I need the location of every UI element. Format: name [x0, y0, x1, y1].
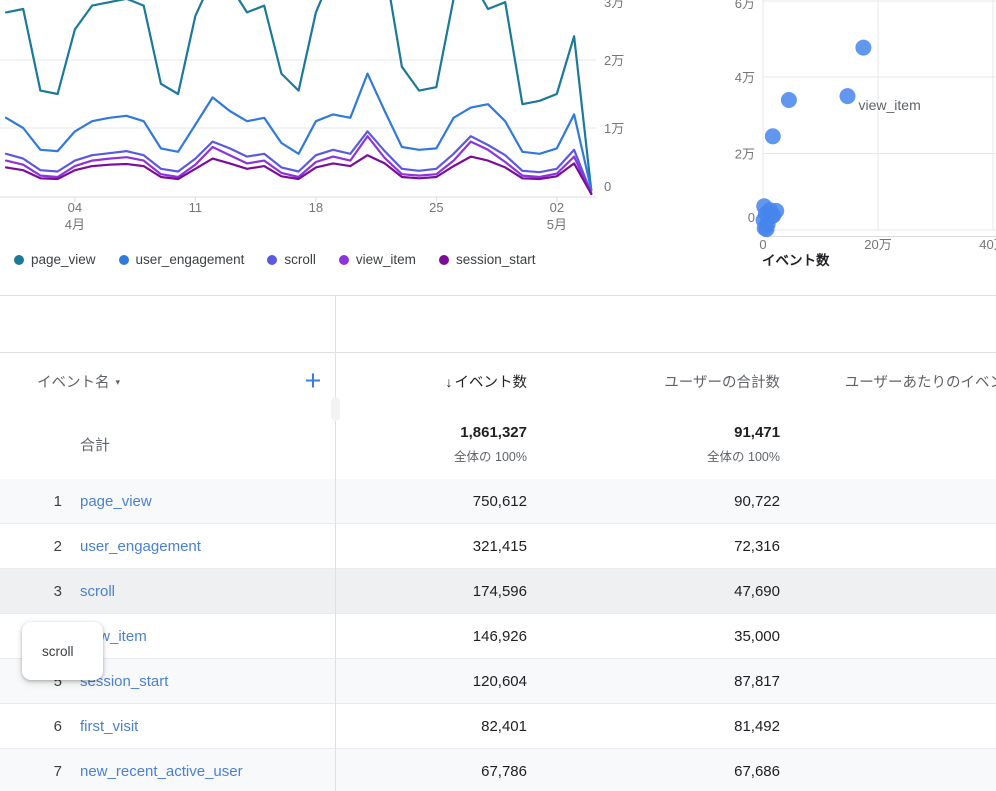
table-row: 7 new_recent_active_user 67,78667,686 [0, 749, 996, 791]
table-toolbar: 1 ページあたりの行数: 10 ▾ [0, 296, 996, 353]
legend-item-view_item[interactable]: view_item [339, 252, 416, 267]
event-count-value: 321,415 [335, 524, 527, 569]
user-count-value: 47,690 [527, 569, 780, 614]
column-header-total-users[interactable]: ユーザーの合計数 [527, 353, 780, 410]
y-axis-tick-label: 2万 [735, 147, 755, 162]
x-axis-tick-label: 04 [68, 200, 82, 215]
x-axis-month-label: 5月 [547, 217, 567, 232]
legend-dot [439, 255, 449, 265]
y-axis-tick-label: 6万 [735, 0, 755, 11]
line-series-scroll [6, 131, 591, 193]
event-count-value: 146,926 [335, 614, 527, 659]
totals-label: 合計 [80, 410, 110, 479]
scatter-point[interactable] [840, 88, 856, 104]
row-rank: 1 [0, 493, 62, 510]
scatter-point[interactable] [765, 128, 781, 144]
chevron-down-icon: ▾ [116, 375, 121, 388]
column-divider [335, 296, 336, 791]
y-axis-tick-label: 0 [604, 179, 611, 194]
legend-label: page_view [31, 252, 96, 267]
event-count-value: 82,401 [335, 704, 527, 749]
user-count-value: 72,316 [527, 524, 780, 569]
legend-dot [119, 255, 129, 265]
tooltip: scroll [22, 622, 103, 680]
table-row: 2 user_engagement 321,41572,316 [0, 524, 996, 569]
event-name-link[interactable]: user_engagement [80, 538, 201, 555]
row-rank: 6 [0, 718, 62, 735]
user-count-value: 67,686 [527, 749, 780, 791]
user-count-value: 90,722 [527, 479, 780, 524]
scatter-point[interactable] [765, 208, 781, 224]
sort-descending-icon: ↓ [446, 374, 453, 390]
user-count-value: 87,817 [527, 659, 780, 704]
legend-dot [339, 255, 349, 265]
legend-item-session_start[interactable]: session_start [439, 252, 536, 267]
column-header-event-name[interactable]: イベント名 ▾ [37, 353, 120, 410]
event-count-value: 120,604 [335, 659, 527, 704]
totals-row: 合計 1,861,327 全体の 100% 91,471 全体の 100% [0, 410, 996, 480]
column-header-event-name-label: イベント名 [37, 371, 110, 392]
legend-dot [14, 255, 24, 265]
x-axis-tick-label: 20万 [864, 237, 891, 252]
table-row: 4view_item146,92635,000 [0, 614, 996, 659]
add-column-button[interactable]: + [296, 364, 330, 398]
legend-item-scroll[interactable]: scroll [267, 252, 316, 267]
point-label: view_item [859, 97, 921, 113]
x-axis-tick-label: 25 [429, 200, 443, 215]
y-axis-tick-label: 0 [748, 210, 755, 225]
y-axis-tick-label: 2万 [604, 53, 624, 68]
event-name-link[interactable]: new_recent_active_user [80, 763, 243, 780]
y-axis-tick-label: 3万 [604, 0, 624, 10]
event-name-link[interactable]: page_view [80, 493, 152, 510]
event-count-value: 174,596 [335, 569, 527, 614]
event-count-value: 750,612 [335, 479, 527, 524]
row-rank: 3 [0, 583, 62, 600]
events-line-chart: 3万 2万 1万 0 04 4月 11 18 25 02 5月 [0, 0, 650, 240]
x-axis-tick-label: 11 [189, 200, 203, 215]
table-row: 3 scroll 174,59647,690 [0, 569, 996, 614]
x-axis-tick-label: 02 [550, 200, 564, 215]
table-row: 1 page_view 750,61290,722 [0, 479, 996, 524]
column-header-events-per-user[interactable]: ユーザーあたりのイベント数 [780, 353, 996, 410]
chart-legend: page_view user_engagement scroll view_item s… [14, 252, 535, 267]
table-header: イベント名 ▾ + ↓ イベント数 ユーザーの合計数 ユーザーあたりのイベント数 [0, 353, 996, 410]
table-row: 6 first_visit 82,40181,492 [0, 704, 996, 749]
events-scatter-chart: 6万 4万 2万 00 20万 40万 view_item イベント数 [700, 0, 996, 292]
row-rank: 2 [0, 538, 62, 555]
user-count-value: 81,492 [527, 704, 780, 749]
legend-dot [267, 255, 277, 265]
legend-item-page_view[interactable]: page_view [14, 252, 96, 267]
row-rank: 7 [0, 763, 62, 780]
scatter-point[interactable] [781, 92, 797, 108]
table-row: 5session_start120,60487,817 [0, 659, 996, 704]
legend-label: scroll [284, 252, 316, 267]
totals-event-count: 1,861,327 全体の 100% [335, 410, 527, 479]
y-axis-tick-label: 1万 [604, 121, 624, 136]
column-header-event-count-label: イベント数 [455, 371, 528, 392]
legend-label: user_engagement [136, 252, 245, 267]
tooltip-text: scroll [22, 644, 74, 659]
event-count-value: 67,786 [335, 749, 527, 791]
ga-events-report: 3万2万1万0044月111825025月 6万4万2万0020万40万view… [0, 0, 996, 791]
x-axis-tick-label: 18 [309, 200, 323, 215]
x-axis-month-label: 4月 [65, 217, 85, 232]
event-name-link[interactable]: scroll [80, 583, 115, 600]
legend-item-user_engagement[interactable]: user_engagement [119, 252, 245, 267]
totals-user-count: 91,471 全体の 100% [527, 410, 780, 479]
x-axis-tick-label: 0 [759, 237, 766, 252]
legend-label: session_start [456, 252, 536, 267]
user-count-value: 35,000 [527, 614, 780, 659]
scatter-point[interactable] [855, 40, 871, 56]
event-name-link[interactable]: first_visit [80, 718, 138, 735]
column-divider-handle[interactable] [331, 397, 340, 421]
x-axis-tick-label: 40万 [979, 237, 996, 252]
table-body: 1 page_view 750,61290,722 2 user_engagement 3… [0, 479, 996, 791]
scatter-point[interactable] [759, 221, 775, 237]
y-axis-tick-label: 4万 [735, 70, 755, 85]
x-axis-title: イベント数 [762, 252, 830, 268]
column-header-event-count[interactable]: ↓ イベント数 [335, 353, 527, 410]
legend-label: view_item [356, 252, 416, 267]
